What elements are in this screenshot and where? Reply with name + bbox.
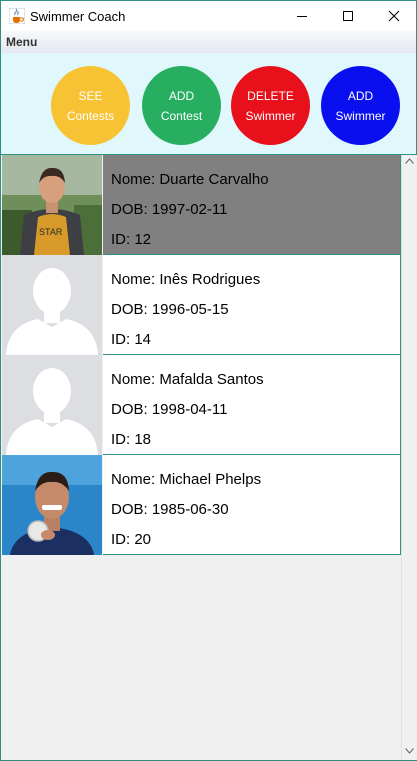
minimize-icon [297,16,307,17]
default-avatar-icon [2,355,102,455]
swimmer-photo [2,255,102,355]
swimmer-id: ID: 20 [111,531,152,548]
scroll-up-icon[interactable] [405,158,414,164]
swimmer-list[interactable]: STAR Nome: Duarte Carvalho DOB: 1997-02-… [2,155,401,760]
vertical-scrollbar[interactable] [401,155,417,760]
swimmer-photo [2,355,102,455]
swimmer-id: ID: 18 [111,431,152,448]
person-photo-icon: STAR [2,155,102,255]
menu-button[interactable]: Menu [6,35,37,49]
swimmer-dob: DOB: 1997-02-11 [111,201,228,218]
swimmer-name: Nome: Inês Rodrigues [111,271,261,288]
minimize-button[interactable] [279,1,325,31]
add-swimmer-button[interactable]: ADD Swimmer [321,66,400,145]
button-label-line1: ADD [168,88,195,103]
swimmer-row[interactable]: Nome: Inês Rodrigues DOB: 1996-05-15 ID:… [2,255,401,355]
swimmer-photo [2,455,102,555]
swimmer-name: Nome: Mafalda Santos [111,371,264,388]
swimmer-dob: DOB: 1985-06-30 [111,501,229,518]
app-window: Swimmer Coach Menu SEE Contests ADD Cont… [0,0,417,761]
swimmer-id: ID: 12 [111,231,152,248]
swimmer-name: Nome: Duarte Carvalho [111,171,269,188]
delete-swimmer-button[interactable]: DELETE Swimmer [231,66,310,145]
button-label-line2: Contest [160,108,203,123]
maximize-button[interactable] [325,1,371,31]
swimmer-photo: STAR [2,155,102,255]
close-icon [388,10,400,22]
swimmer-row[interactable]: STAR Nome: Duarte Carvalho DOB: 1997-02-… [2,155,401,255]
java-cup-icon [9,8,25,24]
close-button[interactable] [371,1,417,31]
button-label-line2: Swimmer [335,108,386,123]
swimmer-info: Nome: Inês Rodrigues DOB: 1996-05-15 ID:… [103,255,401,355]
button-label-line2: Contests [66,108,115,123]
action-toolbar: SEE Contests ADD Contest DELETE Swimmer … [1,53,416,155]
button-label-line1: SEE [78,88,103,103]
window-title: Swimmer Coach [30,9,126,24]
swimmer-dob: DOB: 1998-04-11 [111,401,228,418]
swimmer-row[interactable]: Nome: Michael Phelps DOB: 1985-06-30 ID:… [2,455,401,555]
swimmer-name: Nome: Michael Phelps [111,471,262,488]
title-bar[interactable]: Swimmer Coach [1,1,416,31]
button-label-line2: Swimmer [245,108,296,123]
swimmer-dob: DOB: 1996-05-15 [111,301,229,318]
swimmer-info: Nome: Michael Phelps DOB: 1985-06-30 ID:… [103,455,401,555]
button-label-line1: ADD [347,88,374,103]
person-photo-icon [2,455,102,555]
scroll-down-icon[interactable] [405,748,414,754]
see-contests-button[interactable]: SEE Contests [51,66,130,145]
maximize-icon [343,11,353,21]
swimmer-info: Nome: Duarte Carvalho DOB: 1997-02-11 ID… [103,155,401,255]
button-label-line1: DELETE [247,88,294,103]
swimmer-row[interactable]: Nome: Mafalda Santos DOB: 1998-04-11 ID:… [2,355,401,455]
menu-bar: Menu [1,31,416,53]
swimmer-info: Nome: Mafalda Santos DOB: 1998-04-11 ID:… [103,355,401,455]
add-contest-button[interactable]: ADD Contest [142,66,221,145]
default-avatar-icon [2,255,102,355]
svg-text:STAR: STAR [39,227,63,237]
swimmer-id: ID: 14 [111,331,152,348]
